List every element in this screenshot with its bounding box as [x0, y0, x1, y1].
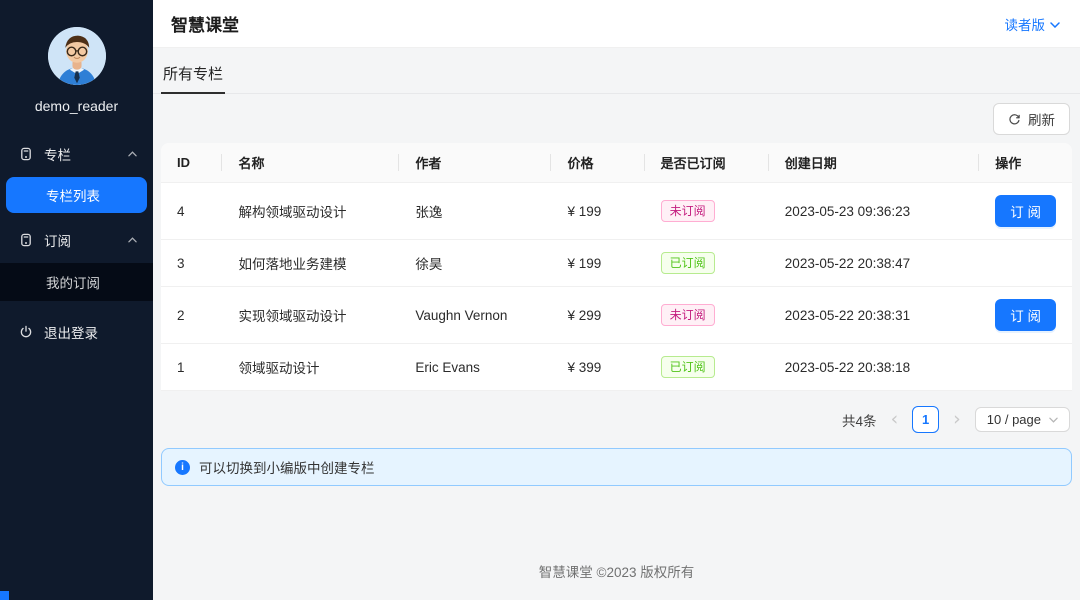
alert-message: 可以切换到小编版中创建专栏 [199, 461, 375, 476]
chevron-up-icon [128, 151, 137, 157]
sidebar-item-label: 退出登录 [44, 326, 98, 341]
subscribe-button[interactable]: 订 阅 [995, 299, 1056, 331]
cell-name: 实现领域驱动设计 [222, 287, 400, 344]
col-header-author: 作者 [399, 143, 552, 183]
columns-table: ID 名称 作者 价格 是否已订阅 创建日期 操作 4 解构领域驱动设计 张逸 ¥ 1… [161, 143, 1072, 391]
reload-icon [1008, 113, 1021, 126]
cell-actions [979, 240, 1072, 287]
page-number-button[interactable]: 1 [912, 406, 940, 433]
col-header-created: 创建日期 [768, 143, 980, 183]
main-area: 智慧课堂 读者版 所有专栏 刷新 ID 名称 作者 价格 是否已订阅 创建日期 … [153, 0, 1080, 600]
cell-price: ¥ 299 [551, 287, 645, 344]
subscription-status-tag: 未订阅 [660, 304, 715, 326]
cell-subscription-status: 已订阅 [644, 240, 769, 287]
cell-id: 3 [161, 240, 223, 287]
cell-id: 4 [161, 183, 223, 240]
version-label: 读者版 [1004, 17, 1046, 33]
subscribe-button[interactable]: 订 阅 [995, 195, 1056, 227]
corner-accent [0, 591, 9, 600]
sidebar: demo_reader 专栏 专栏列表 订阅 我的订阅 退出登录 [0, 0, 153, 600]
subscription-status-tag: 已订阅 [660, 356, 715, 378]
content-area: 所有专栏 刷新 ID 名称 作者 价格 是否已订阅 创建日期 操作 4 解构领域… [153, 48, 1080, 600]
cell-name: 如何落地业务建模 [222, 240, 400, 287]
cell-created-date: 2023-05-23 09:36:23 [768, 183, 980, 240]
table-row: 2 实现领域驱动设计 Vaughn Vernon ¥ 299 未订阅 2023-05-22… [161, 287, 1072, 344]
page-size-select[interactable]: 10 / page [974, 407, 1070, 432]
info-circle-icon: i [175, 459, 190, 475]
footer: 智慧课堂 ©2023 版权所有 [538, 565, 695, 580]
cell-author: Vaughn Vernon [399, 287, 552, 344]
cell-subscription-status: 未订阅 [644, 287, 769, 344]
cell-created-date: 2023-05-22 20:38:31 [768, 287, 980, 344]
page-size-label: 10 / page [986, 412, 1041, 427]
subscription-status-tag: 未订阅 [660, 200, 715, 222]
cell-created-date: 2023-05-22 20:38:18 [768, 344, 980, 391]
cell-price: ¥ 399 [551, 344, 645, 391]
cell-actions: 订 阅 [979, 287, 1072, 344]
cell-author: 张逸 [399, 183, 552, 240]
tab-bar: 所有专栏 [153, 54, 1080, 94]
info-alert: i 可以切换到小编版中创建专栏 [161, 448, 1072, 486]
cell-subscription-status: 未订阅 [644, 183, 769, 240]
subscription-status-tag: 已订阅 [660, 252, 715, 274]
cell-name: 领域驱动设计 [222, 344, 400, 391]
pagination: 共4条 ‹ 1 › 10 / page [153, 391, 1080, 447]
cell-created-date: 2023-05-22 20:38:47 [768, 240, 980, 287]
cell-price: ¥ 199 [551, 183, 645, 240]
cell-author: 徐昊 [399, 240, 552, 287]
col-header-price: 价格 [551, 143, 645, 183]
container-icon [19, 233, 33, 247]
sidebar-subitem-label: 专栏列表 [46, 189, 100, 204]
table-row: 3 如何落地业务建模 徐昊 ¥ 199 已订阅 2023-05-22 20:38:47 [161, 240, 1072, 287]
col-header-actions: 操作 [979, 143, 1072, 183]
top-header: 智慧课堂 读者版 [153, 0, 1080, 48]
cell-price: ¥ 199 [551, 240, 645, 287]
cell-name: 解构领域驱动设计 [222, 183, 400, 240]
version-dropdown[interactable]: 读者版 [1005, 14, 1061, 34]
container-icon [19, 147, 33, 161]
cell-author: Eric Evans [399, 344, 552, 391]
refresh-label: 刷新 [1028, 113, 1055, 128]
pagination-total: 共4条 [842, 413, 877, 429]
tab-all-columns[interactable]: 所有专栏 [161, 54, 226, 94]
cell-actions: 订 阅 [979, 183, 1072, 240]
toolbar: 刷新 [153, 94, 1080, 143]
col-header-name: 名称 [222, 143, 400, 183]
avatar-image [47, 27, 106, 85]
sidebar-item-subscriptions[interactable]: 订阅 [0, 220, 153, 260]
app-title: 智慧课堂 [171, 16, 239, 35]
col-header-id: ID [161, 143, 223, 183]
cell-subscription-status: 已订阅 [644, 344, 769, 391]
cell-id: 2 [161, 287, 223, 344]
sidebar-nav: 专栏 专栏列表 订阅 我的订阅 退出登录 [0, 134, 153, 352]
sidebar-item-columns[interactable]: 专栏 [0, 134, 153, 174]
sidebar-item-column-list[interactable]: 专栏列表 [6, 177, 147, 213]
table-row: 1 领域驱动设计 Eric Evans ¥ 399 已订阅 2023-05-22 20:3… [161, 344, 1072, 391]
cell-id: 1 [161, 344, 223, 391]
chevron-down-icon [1049, 417, 1058, 423]
cell-actions [979, 344, 1072, 391]
col-header-subscribed: 是否已订阅 [644, 143, 769, 183]
sidebar-item-label: 专栏 [44, 148, 71, 163]
sidebar-item-my-subscriptions[interactable]: 我的订阅 [0, 263, 153, 301]
next-page-icon[interactable]: › [951, 410, 963, 429]
chevron-up-icon [128, 237, 137, 243]
username: demo_reader [34, 98, 119, 114]
sidebar-item-logout[interactable]: 退出登录 [0, 312, 153, 352]
refresh-button[interactable]: 刷新 [993, 103, 1070, 135]
sidebar-item-label: 订阅 [44, 234, 71, 249]
power-icon [19, 325, 33, 339]
app-window: demo_reader 专栏 专栏列表 订阅 我的订阅 退出登录 智慧课堂 读者… [0, 0, 1080, 600]
chevron-down-icon [1050, 16, 1060, 31]
table-body: 4 解构领域驱动设计 张逸 ¥ 199 未订阅 2023-05-23 09:36:23 订 … [161, 183, 1072, 391]
prev-page-icon[interactable]: ‹ [889, 410, 901, 429]
sidebar-subitem-label: 我的订阅 [46, 276, 100, 291]
table-header-row: ID 名称 作者 价格 是否已订阅 创建日期 操作 [161, 143, 1072, 183]
table-row: 4 解构领域驱动设计 张逸 ¥ 199 未订阅 2023-05-23 09:36:23 订 … [161, 183, 1072, 240]
avatar [47, 27, 106, 85]
